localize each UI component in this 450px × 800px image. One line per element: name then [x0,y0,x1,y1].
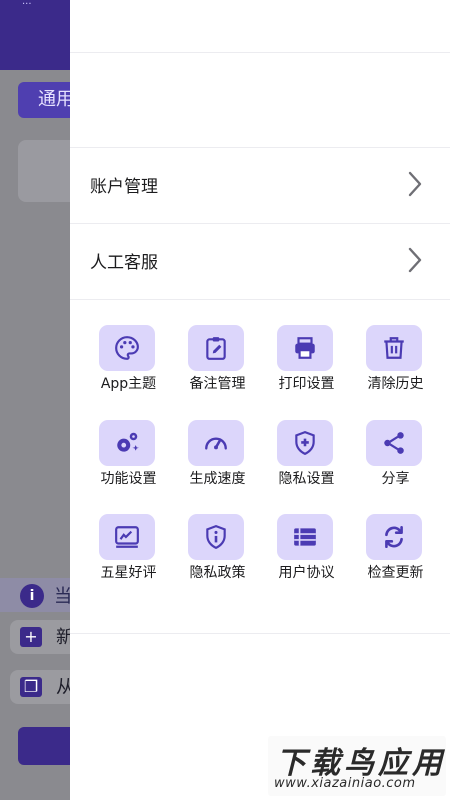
icon-box [366,420,422,466]
grid-item-user-agreement[interactable]: 用户协议 [262,514,351,598]
menu-item-customer-service[interactable]: 人工客服 [70,224,450,298]
grid-item-app-theme[interactable]: App主题 [84,325,173,409]
icon-box [366,514,422,560]
side-drawer: 账户管理 人工客服 App主题 备注管理 打印设置 清除历史 功能设置 生成速度… [70,0,450,800]
info-icon: i [20,584,44,608]
background-notice: i 当 [0,578,80,612]
review-icon [115,526,139,548]
grid-item-check-update[interactable]: 检查更新 [351,514,440,598]
grid-item-print-settings[interactable]: 打印设置 [262,325,351,409]
clipboard-edit-icon [206,337,226,360]
share-icon [384,432,404,454]
status-text: ... [22,0,32,7]
icon-box [99,420,155,466]
grid-item-clear-history[interactable]: 清除历史 [351,325,440,409]
divider [70,633,450,634]
grid-item-label: 检查更新 [367,565,424,581]
copy-icon: ❐ [20,677,42,697]
grid-item-generation-speed[interactable]: 生成速度 [173,420,262,504]
list-icon [294,528,316,546]
watermark-url: www.xiazainiao.com [274,776,416,791]
icon-box [277,420,333,466]
grid-item-share[interactable]: 分享 [351,420,440,504]
chevron-right-icon [408,171,422,197]
palette-icon [115,336,139,360]
icon-box [188,325,244,371]
icon-box [188,514,244,560]
refresh-icon [385,525,403,549]
grid-item-note-management[interactable]: 备注管理 [173,325,262,409]
menu-item-account-management[interactable]: 账户管理 [70,148,450,222]
grid-item-privacy-policy[interactable]: 隐私政策 [173,514,262,598]
printer-icon [295,337,315,359]
grid-item-privacy-settings[interactable]: 隐私设置 [262,420,351,504]
icon-box [99,514,155,560]
grid-item-label: 分享 [381,471,410,487]
chevron-right-icon [408,247,422,273]
divider [70,299,450,300]
menu-item-label: 人工客服 [90,253,158,273]
divider [70,52,450,53]
trash-icon [384,337,404,359]
shield-info-icon [206,525,226,550]
speedometer-icon [205,437,227,450]
icon-box [366,325,422,371]
plus-icon: + [20,627,42,647]
grid-item-function-settings[interactable]: 功能设置 [84,420,173,504]
icon-box [99,325,155,371]
watermark-logo: 下载鸟应用 www.xiazainiao.com [268,736,446,796]
icon-box [277,325,333,371]
icon-box [277,514,333,560]
icon-box [188,420,244,466]
shield-plus-icon [295,431,315,456]
grid-item-label: 清除历史 [367,376,424,392]
gears-icon [117,432,139,452]
menu-item-label: 账户管理 [90,177,158,197]
grid-item-five-star-review[interactable]: 五星好评 [84,514,173,598]
